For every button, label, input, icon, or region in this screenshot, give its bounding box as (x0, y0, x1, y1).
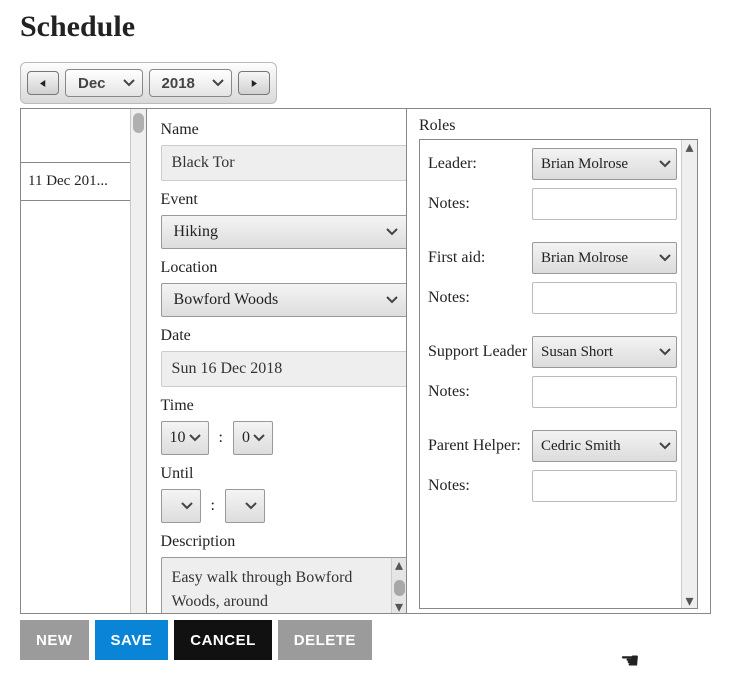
chevron-down-icon (385, 225, 399, 239)
support-leader-label: Support Leader: (428, 343, 528, 361)
name-input[interactable]: Black Tor (161, 145, 407, 181)
date-list-header (21, 109, 146, 163)
time-colon: : (217, 429, 225, 447)
scrollbar[interactable]: ▴ ▾ (391, 558, 407, 613)
month-value: Dec (78, 75, 106, 92)
roles-list: Leader: Brian Molrose Notes: First aid: (419, 139, 698, 609)
leader-select[interactable]: Brian Molrose (532, 148, 677, 180)
notes-label: Notes: (428, 383, 470, 401)
date-input[interactable]: Sun 16 Dec 2018 (161, 351, 407, 387)
year-value: 2018 (162, 75, 195, 92)
date-list-item[interactable]: 11 Dec 201... (21, 163, 146, 201)
leader-notes-input[interactable] (532, 188, 677, 220)
until-minute-select[interactable] (225, 489, 265, 523)
firstaid-notes-input[interactable] (532, 282, 677, 314)
parent-helper-label: Parent Helper: (428, 437, 521, 455)
time-label: Time (161, 397, 392, 415)
month-select[interactable]: Dec (65, 69, 143, 97)
schedule-panel: 11 Dec 201... Name Black Tor Event Hikin… (20, 108, 711, 614)
date-list-column: 11 Dec 201... (21, 109, 147, 613)
roles-column: Roles Leader: Brian Molrose Notes: (407, 109, 710, 613)
chevron-down-icon (180, 499, 194, 513)
location-label: Location (161, 259, 392, 277)
time-minute-select[interactable]: 0 (233, 421, 273, 455)
scrollbar[interactable] (130, 109, 146, 613)
cancel-button[interactable]: CANCEL (174, 620, 272, 660)
description-textarea[interactable]: Easy walk through Bowford Woods, around … (161, 557, 407, 613)
new-button[interactable]: NEW (20, 620, 89, 660)
name-label: Name (161, 121, 392, 139)
support-leader-notes-input[interactable] (532, 376, 677, 408)
firstaid-label: First aid: (428, 249, 485, 267)
notes-label: Notes: (428, 289, 470, 307)
chevron-down-icon (252, 431, 266, 445)
roles-heading: Roles (419, 117, 698, 135)
chevron-down-icon (122, 76, 136, 90)
chevron-down-icon (658, 251, 672, 265)
until-label: Until (161, 465, 392, 483)
chevron-down-icon (658, 345, 672, 359)
location-select[interactable]: Bowford Woods (161, 283, 407, 317)
chevron-down-icon (658, 157, 672, 171)
chevron-down-icon (658, 439, 672, 453)
delete-button[interactable]: DELETE (278, 620, 372, 660)
event-form: Name Black Tor Event Hiking Location Bow… (147, 109, 407, 613)
description-label: Description (161, 533, 392, 551)
until-hour-select[interactable] (161, 489, 201, 523)
notes-label: Notes: (428, 195, 470, 213)
leader-label: Leader: (428, 155, 477, 173)
chevron-down-icon (385, 293, 399, 307)
event-select[interactable]: Hiking (161, 215, 407, 249)
time-hour-select[interactable]: 10 (161, 421, 209, 455)
firstaid-select[interactable]: Brian Molrose (532, 242, 677, 274)
chevron-down-icon (211, 76, 225, 90)
chevron-down-icon (244, 499, 258, 513)
next-month-button[interactable] (238, 71, 270, 95)
scrollbar[interactable]: ▴ ▾ (681, 140, 697, 608)
support-leader-select[interactable]: Susan Short (532, 336, 677, 368)
event-label: Event (161, 191, 392, 209)
notes-label: Notes: (428, 477, 470, 495)
date-label: Date (161, 327, 392, 345)
date-navigator: Dec 2018 (20, 62, 277, 104)
page-title: Schedule (20, 10, 715, 44)
parent-helper-select[interactable]: Cedric Smith (532, 430, 677, 462)
until-colon: : (209, 497, 217, 515)
chevron-down-icon (188, 431, 202, 445)
parent-helper-notes-input[interactable] (532, 470, 677, 502)
save-button[interactable]: SAVE (95, 620, 169, 660)
year-select[interactable]: 2018 (149, 69, 232, 97)
prev-month-button[interactable] (27, 71, 59, 95)
action-buttons: NEW SAVE CANCEL DELETE (20, 620, 715, 660)
